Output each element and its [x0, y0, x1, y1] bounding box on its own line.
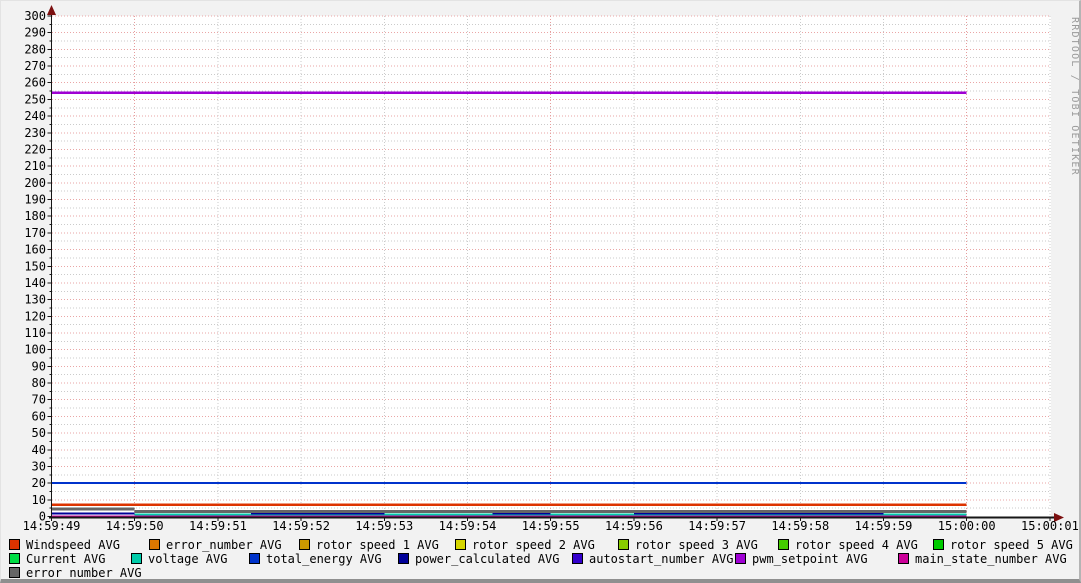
legend-item-rotor-speed-4: rotor speed 4 AVG: [778, 534, 918, 547]
svg-text:10: 10: [32, 493, 46, 507]
legend-item-pwm-setpoint: pwm_setpoint AVG: [735, 548, 868, 561]
svg-text:14:59:56: 14:59:56: [605, 519, 663, 532]
svg-text:190: 190: [24, 193, 46, 207]
legend-item-rotor-speed-2: rotor speed 2 AVG: [455, 534, 595, 547]
svg-text:14:59:57: 14:59:57: [688, 519, 746, 532]
svg-text:40: 40: [32, 443, 46, 457]
svg-text:50: 50: [32, 426, 46, 440]
svg-text:200: 200: [24, 176, 46, 190]
svg-text:14:59:58: 14:59:58: [771, 519, 829, 532]
watermark-rrdtool: RRDTOOL / TOBI OETIKER: [1069, 17, 1080, 176]
svg-text:20: 20: [32, 476, 46, 490]
svg-text:14:59:51: 14:59:51: [189, 519, 247, 532]
svg-text:70: 70: [32, 393, 46, 407]
svg-text:230: 230: [24, 126, 46, 140]
svg-text:14:59:50: 14:59:50: [106, 519, 164, 532]
svg-text:14:59:53: 14:59:53: [355, 519, 413, 532]
svg-text:250: 250: [24, 92, 46, 106]
rrd-graph-plot: 0102030405060708090100110120130140150160…: [1, 1, 1081, 532]
svg-text:130: 130: [24, 293, 46, 307]
svg-text:270: 270: [24, 59, 46, 73]
svg-text:180: 180: [24, 209, 46, 223]
svg-text:210: 210: [24, 159, 46, 173]
svg-text:15:00:01: 15:00:01: [1021, 519, 1079, 532]
svg-text:80: 80: [32, 376, 46, 390]
rrdtool-graph-window: 0102030405060708090100110120130140150160…: [0, 0, 1081, 583]
svg-text:170: 170: [24, 226, 46, 240]
legend-item-windspeed: Windspeed AVG: [9, 534, 120, 547]
svg-text:220: 220: [24, 142, 46, 156]
svg-text:14:59:52: 14:59:52: [272, 519, 330, 532]
legend-item-power-calculated: power_calculated AVG: [398, 548, 560, 561]
legend-item-error-number-2: error_number AVG: [9, 562, 142, 575]
svg-text:15:00:00: 15:00:00: [938, 519, 996, 532]
legend-item-voltage: voltage AVG: [131, 548, 227, 561]
svg-text:14:59:54: 14:59:54: [439, 519, 497, 532]
svg-text:14:59:49: 14:59:49: [23, 519, 81, 532]
svg-text:160: 160: [24, 243, 46, 257]
svg-text:100: 100: [24, 343, 46, 357]
svg-text:120: 120: [24, 309, 46, 323]
svg-text:300: 300: [24, 9, 46, 23]
svg-text:140: 140: [24, 276, 46, 290]
svg-text:30: 30: [32, 459, 46, 473]
legend-item-rotor-speed-3: rotor speed 3 AVG: [618, 534, 758, 547]
legend-item-rotor-speed-5: rotor speed 5 AVG: [933, 534, 1073, 547]
legend-item-autostart-number: autostart_number AVG: [572, 548, 734, 561]
svg-text:290: 290: [24, 26, 46, 40]
svg-text:150: 150: [24, 259, 46, 273]
svg-text:110: 110: [24, 326, 46, 340]
legend-label: error_number AVG: [26, 566, 142, 580]
svg-text:14:59:55: 14:59:55: [522, 519, 580, 532]
svg-text:260: 260: [24, 76, 46, 90]
legend-row-3: error_number AVG: [1, 562, 1079, 576]
legend-swatch-error-number-2: [9, 567, 20, 578]
legend-row-1: Windspeed AVG error_number AVG rotor spe…: [1, 534, 1079, 548]
legend-item-total-energy: total_energy AVG: [249, 548, 382, 561]
legend-item-rotor-speed-1: rotor speed 1 AVG: [299, 534, 439, 547]
svg-text:280: 280: [24, 42, 46, 56]
svg-text:90: 90: [32, 359, 46, 373]
legend-item-current: Current AVG: [9, 548, 105, 561]
legend-item-error-number-1: error_number AVG: [149, 534, 282, 547]
legend-row-2: Current AVG voltage AVG total_energy AVG…: [1, 548, 1079, 562]
svg-text:60: 60: [32, 409, 46, 423]
svg-text:240: 240: [24, 109, 46, 123]
svg-text:14:59:59: 14:59:59: [855, 519, 913, 532]
legend-item-main-state-number: main_state_number AVG: [898, 548, 1067, 561]
